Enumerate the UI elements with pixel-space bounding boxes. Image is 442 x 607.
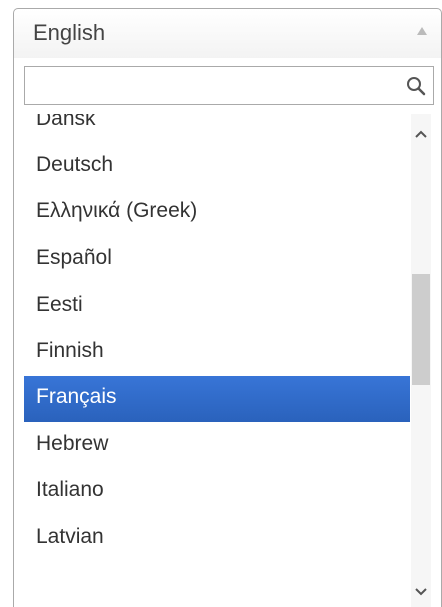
list-item-francais[interactable]: Français — [24, 376, 410, 422]
option-label: Latvian — [36, 525, 104, 548]
option-label: Français — [36, 385, 117, 408]
list-item-dansk[interactable]: Dansk — [24, 114, 410, 144]
list-item-latvian[interactable]: Latvian — [24, 516, 410, 562]
list-item-italiano[interactable]: Italiano — [24, 469, 410, 515]
scrollbar[interactable] — [411, 114, 431, 607]
option-label: Español — [36, 246, 112, 269]
chevron-up-icon[interactable] — [411, 124, 431, 144]
option-label: Finnish — [36, 339, 104, 362]
results-list: Dansk Deutsch Ελληνικά (Greek) Español E… — [24, 114, 412, 607]
chevron-down-icon[interactable] — [411, 581, 431, 601]
language-dropdown: English Dansk Deutsch Ελληνικά (Greek) E… — [13, 8, 442, 607]
search-box[interactable] — [24, 66, 434, 105]
list-item-deutsch[interactable]: Deutsch — [24, 144, 410, 190]
option-label: Eesti — [36, 293, 83, 316]
search-input[interactable] — [25, 67, 395, 104]
search-icon — [407, 77, 426, 96]
list-item-espanol[interactable]: Español — [24, 237, 410, 283]
scroll-thumb[interactable] — [412, 274, 430, 385]
dropdown-panel: Dansk Deutsch Ελληνικά (Greek) Español E… — [13, 58, 442, 607]
list-item-greek[interactable]: Ελληνικά (Greek) — [24, 190, 410, 236]
option-label: Dansk — [36, 114, 96, 130]
list-item-finnish[interactable]: Finnish — [24, 330, 410, 376]
selected-language: English — [33, 20, 106, 45]
list-item-hebrew[interactable]: Hebrew — [24, 423, 410, 469]
option-label: Ελληνικά (Greek) — [36, 199, 198, 222]
language-select[interactable]: English — [13, 8, 442, 58]
list-item-eesti[interactable]: Eesti — [24, 284, 410, 330]
triangle-up-icon — [417, 27, 427, 35]
option-label: Deutsch — [36, 153, 114, 176]
option-label: Italiano — [36, 478, 104, 501]
option-label: Hebrew — [36, 432, 109, 455]
